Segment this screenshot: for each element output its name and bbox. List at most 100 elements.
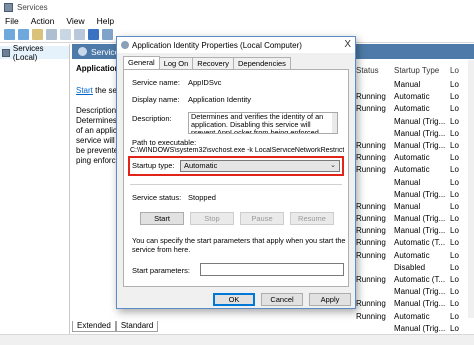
status-cell: Running: [356, 299, 386, 309]
forward-icon[interactable]: [18, 29, 29, 40]
table-row[interactable]: Running Manual (Trig... Lo: [356, 214, 474, 226]
status-cell: Running: [356, 238, 386, 248]
services-list: Manual Lo Running Automatic Lo Running Automat…: [356, 80, 474, 336]
description-text: Determines and verifies the identity of …: [191, 112, 324, 134]
table-row[interactable]: Running Manual Lo: [356, 202, 474, 214]
status-cell: [356, 129, 394, 141]
tab-dependencies[interactable]: Dependencies: [232, 57, 291, 69]
table-row[interactable]: Running Automatic Lo: [356, 92, 474, 104]
resume-button[interactable]: Resume: [290, 212, 334, 225]
tree-node-services-local[interactable]: Services (Local): [0, 44, 69, 62]
status-cell: [356, 190, 394, 202]
status-cell: Running: [356, 250, 386, 260]
table-row[interactable]: Running Automatic Lo: [356, 153, 474, 165]
table-row[interactable]: Running Automatic (T... Lo: [356, 275, 474, 287]
table-row[interactable]: Manual Lo: [356, 80, 474, 92]
status-cell: Running: [356, 153, 386, 163]
description-line: of an applica: [76, 126, 122, 135]
table-row[interactable]: Running Automatic Lo: [356, 165, 474, 177]
start-button[interactable]: Start: [140, 212, 184, 225]
table-row[interactable]: Running Manual (Trig... Lo: [356, 226, 474, 238]
table-row[interactable]: Manual Lo: [356, 178, 474, 190]
menu-action[interactable]: Action: [31, 16, 55, 26]
start-params-help: You can specify the start parameters tha…: [132, 236, 346, 254]
tab-standard[interactable]: Standard: [115, 321, 159, 332]
table-row[interactable]: Manual (Trig... Lo: [356, 287, 474, 299]
status-cell: [356, 178, 394, 190]
path-value: C:\WINDOWS\system32\svchost.exe -k Local…: [130, 147, 344, 154]
status-cell: [356, 287, 394, 299]
cancel-button[interactable]: Cancel: [261, 293, 303, 306]
description-line: service will: [76, 136, 115, 145]
description-textbox[interactable]: Determines and verifies the identity of …: [188, 112, 338, 134]
window-title: Services: [17, 2, 48, 12]
help-icon[interactable]: [88, 29, 99, 40]
menu-view[interactable]: View: [66, 16, 84, 26]
start-params-input[interactable]: [200, 263, 344, 276]
table-row[interactable]: Disabled Lo: [356, 263, 474, 275]
dialog-title-bar: Application Identity Properties (Local C…: [117, 37, 355, 53]
status-cell: Running: [356, 165, 386, 175]
menu-help[interactable]: Help: [97, 16, 114, 26]
close-icon[interactable]: X: [344, 39, 351, 50]
table-row[interactable]: Running Automatic (T... Lo: [356, 238, 474, 250]
table-row[interactable]: Running Manual (Trig... Lo: [356, 299, 474, 311]
tab-general[interactable]: General: [123, 56, 160, 69]
table-row[interactable]: Running Automatic Lo: [356, 104, 474, 116]
service-name-value: AppIDSvc: [188, 78, 222, 87]
start-params-label: Start parameters:: [132, 266, 190, 275]
properties-icon[interactable]: [102, 29, 113, 40]
startup-type-cell: Automatic: [394, 311, 430, 321]
up-folder-icon[interactable]: [32, 29, 43, 40]
start-service-line: Start the serv: [76, 86, 124, 96]
column-headers: Status Startup Type Lo: [356, 66, 474, 78]
status-cell: Running: [356, 104, 386, 114]
status-cell: [356, 117, 394, 129]
stop-button[interactable]: Stop: [190, 212, 234, 225]
vertical-scrollbar[interactable]: [468, 60, 474, 318]
services-node-icon: [2, 48, 10, 57]
startup-type-cell: Manual (Trig...: [394, 128, 446, 138]
tab-extended[interactable]: Extended: [72, 321, 116, 332]
tab-log-on[interactable]: Log On: [158, 57, 194, 69]
startup-type-label: Startup type:: [132, 161, 175, 170]
export-list-icon[interactable]: [74, 29, 85, 40]
ok-button[interactable]: OK: [213, 293, 255, 306]
show-hide-tree-icon[interactable]: [46, 29, 57, 40]
table-row[interactable]: Running Manual (Trig... Lo: [356, 141, 474, 153]
status-cell: Running: [356, 92, 386, 102]
table-row[interactable]: Manual (Trig... Lo: [356, 117, 474, 129]
service-status-label: Service status:: [132, 193, 182, 202]
startup-type-cell: Manual (Trig...: [394, 140, 446, 150]
description-scrollbar[interactable]: [332, 113, 337, 133]
pause-button[interactable]: Pause: [240, 212, 284, 225]
dialog-title: Application Identity Properties (Local C…: [132, 40, 302, 50]
startup-type-dropdown[interactable]: Automatic ⌄: [180, 160, 340, 172]
back-icon[interactable]: [4, 29, 15, 40]
startup-type-cell: Automatic (T...: [394, 238, 446, 248]
startup-type-cell: Manual: [394, 177, 421, 187]
start-service-link[interactable]: Start: [76, 86, 93, 95]
table-row[interactable]: Manual (Trig... Lo: [356, 190, 474, 202]
title-bar: Services: [0, 0, 474, 14]
apply-button[interactable]: Apply: [309, 293, 351, 306]
startup-type-cell: Manual (Trig...: [394, 299, 446, 309]
status-cell: Running: [356, 140, 386, 150]
column-status[interactable]: Status: [356, 66, 394, 78]
status-cell: Running: [356, 201, 386, 211]
view-tabs: Extended Standard: [72, 321, 159, 333]
refresh-icon[interactable]: [60, 29, 71, 40]
startup-type-cell: Manual (Trig...: [394, 287, 446, 297]
startup-type-value: Automatic: [184, 161, 218, 170]
table-row[interactable]: Running Automatic Lo: [356, 312, 474, 324]
status-cell: [356, 80, 394, 92]
tab-recovery[interactable]: Recovery: [192, 57, 234, 69]
status-cell: Running: [356, 275, 386, 284]
table-row[interactable]: Manual (Trig... Lo: [356, 129, 474, 141]
status-cell: Running: [356, 311, 386, 321]
column-startup-type[interactable]: Startup Type: [394, 66, 450, 78]
menu-file[interactable]: File: [5, 16, 19, 26]
description-line: Determines a: [76, 116, 124, 125]
selected-service-name: Application: [76, 64, 120, 73]
table-row[interactable]: Running Automatic Lo: [356, 251, 474, 263]
